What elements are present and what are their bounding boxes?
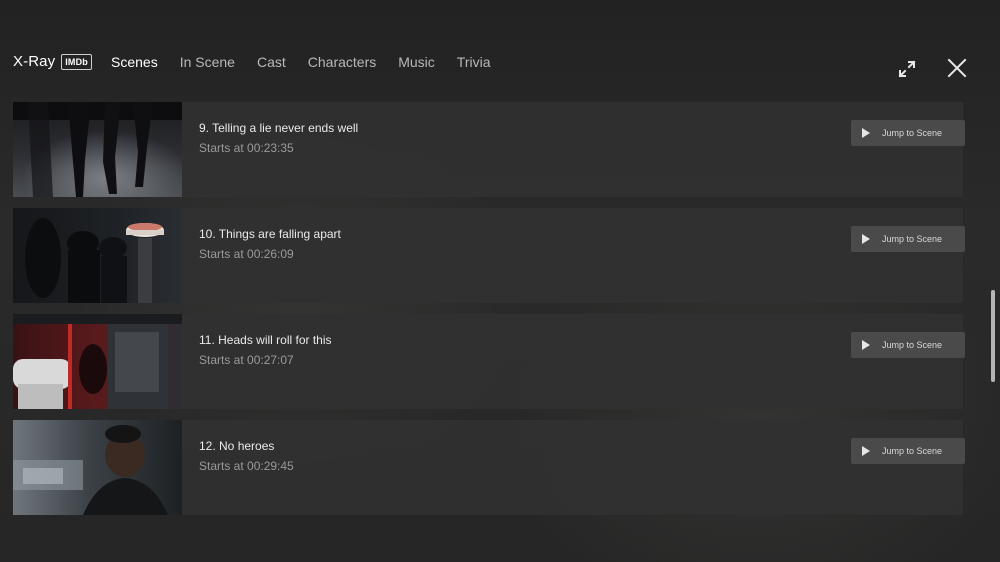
play-icon (862, 340, 870, 350)
expand-button[interactable] (896, 58, 918, 80)
xray-brand: X-Ray IMDb (13, 53, 92, 70)
scene-title: 12. No heroes (199, 439, 275, 453)
scene-title: 9. Telling a lie never ends well (199, 121, 359, 135)
close-button[interactable] (945, 56, 969, 80)
tab-in-scene[interactable]: In Scene (180, 54, 235, 70)
jump-to-scene-label: Jump to Scene (882, 128, 943, 138)
scene-start-time: Starts at 00:27:07 (199, 353, 294, 367)
jump-to-scene-label: Jump to Scene (882, 234, 943, 244)
tab-trivia[interactable]: Trivia (457, 54, 491, 70)
scene-list: 9. Telling a lie never ends well Starts … (13, 102, 965, 526)
scene-row[interactable]: 12. No heroes Starts at 00:29:45 Jump to… (13, 420, 965, 515)
jump-to-scene-button[interactable]: Jump to Scene (851, 120, 965, 146)
xray-header: X-Ray IMDb Scenes In Scene Cast Characte… (0, 40, 1000, 86)
play-icon (862, 234, 870, 244)
scene-title: 11. Heads will roll for this (199, 333, 332, 347)
scene-row[interactable]: 11. Heads will roll for this Starts at 0… (13, 314, 965, 409)
scene-thumbnail[interactable] (13, 102, 182, 197)
imdb-badge: IMDb (61, 53, 92, 70)
scene-row[interactable]: 9. Telling a lie never ends well Starts … (13, 102, 965, 197)
jump-to-scene-label: Jump to Scene (882, 446, 943, 456)
close-icon (947, 58, 967, 78)
xray-tabs: Scenes In Scene Cast Characters Music Tr… (111, 54, 513, 70)
play-icon (862, 446, 870, 456)
xray-panel: X-Ray IMDb Scenes In Scene Cast Characte… (0, 0, 1000, 562)
tab-characters[interactable]: Characters (308, 54, 376, 70)
jump-to-scene-button[interactable]: Jump to Scene (851, 332, 965, 358)
scene-row[interactable]: 10. Things are falling apart Starts at 0… (13, 208, 965, 303)
scene-thumbnail[interactable] (13, 420, 182, 515)
scene-start-time: Starts at 00:23:35 (199, 141, 294, 155)
tab-cast[interactable]: Cast (257, 54, 286, 70)
scene-title: 10. Things are falling apart (199, 227, 341, 241)
scrollbar-thumb[interactable] (991, 290, 995, 382)
tab-music[interactable]: Music (398, 54, 435, 70)
play-icon (862, 128, 870, 138)
scene-start-time: Starts at 00:29:45 (199, 459, 294, 473)
xray-title: X-Ray (13, 53, 56, 70)
expand-icon (898, 60, 916, 78)
jump-to-scene-button[interactable]: Jump to Scene (851, 438, 965, 464)
jump-to-scene-button[interactable]: Jump to Scene (851, 226, 965, 252)
scene-thumbnail[interactable] (13, 314, 182, 409)
tab-scenes[interactable]: Scenes (111, 54, 158, 70)
scene-start-time: Starts at 00:26:09 (199, 247, 294, 261)
jump-to-scene-label: Jump to Scene (882, 340, 943, 350)
scene-thumbnail[interactable] (13, 208, 182, 303)
